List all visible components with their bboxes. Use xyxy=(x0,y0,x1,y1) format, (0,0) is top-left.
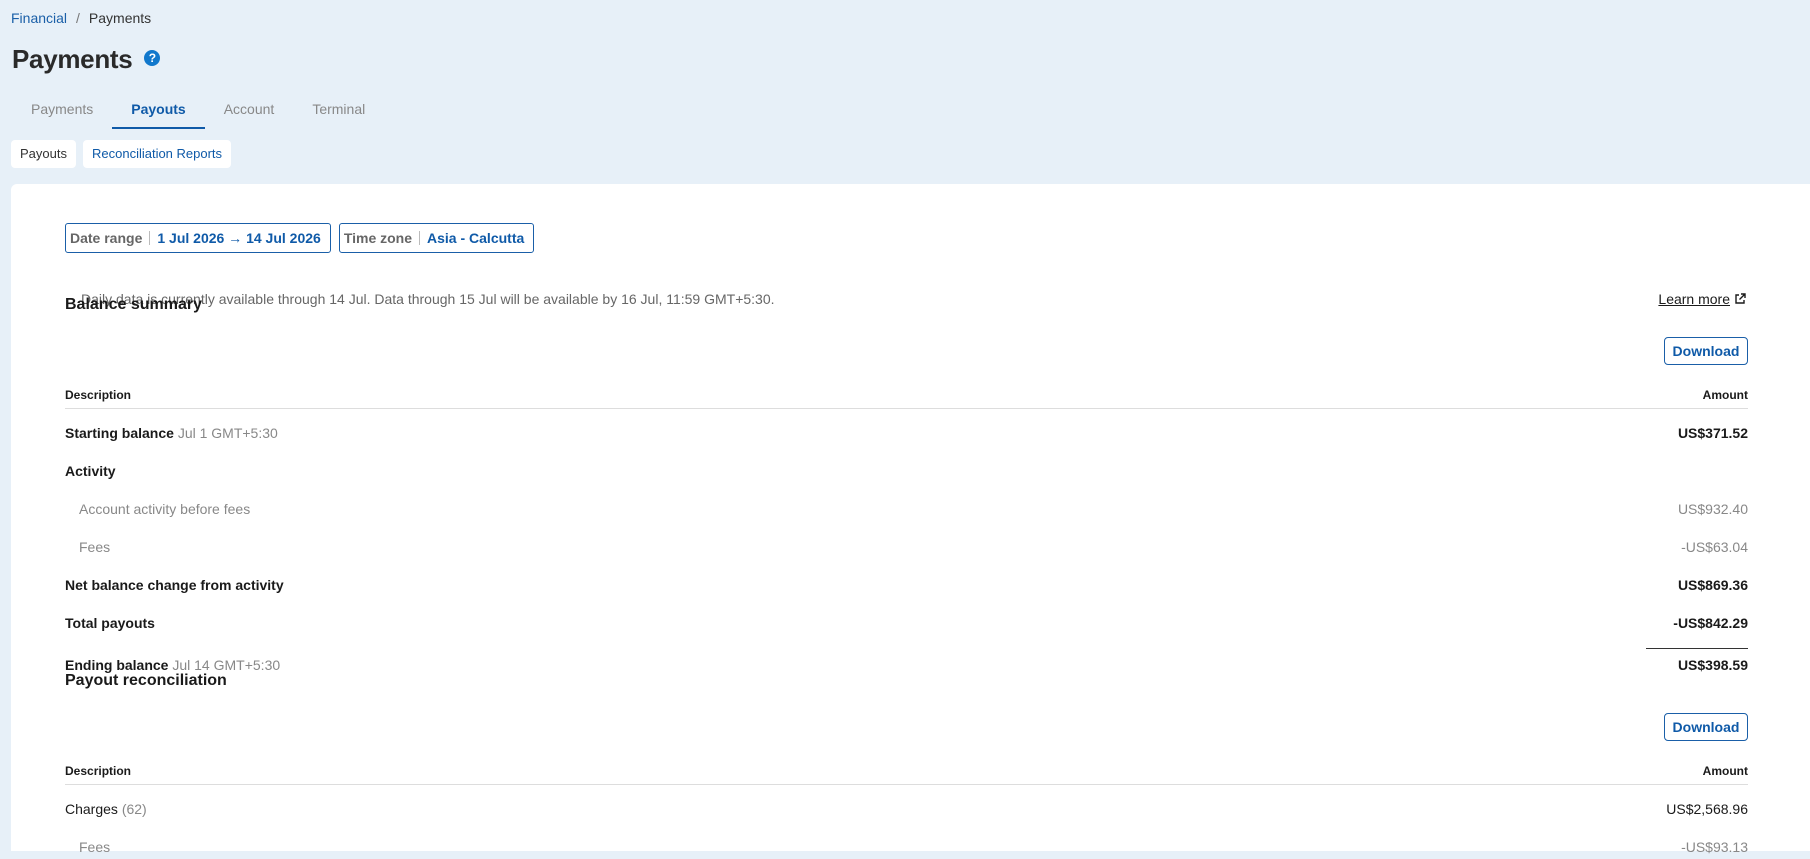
subtab-payouts[interactable]: Payouts xyxy=(11,140,76,168)
balance-summary-download-button[interactable]: Download xyxy=(1664,337,1748,365)
date-range-filter[interactable]: Date range 1 Jul 2026 → 14 Jul 2026 xyxy=(65,223,331,253)
balance-summary-header: Description Amount xyxy=(65,384,1748,409)
filter-divider xyxy=(149,231,151,245)
help-icon[interactable]: ? xyxy=(144,49,161,66)
reconciliation-fees-label: Fees xyxy=(79,839,111,855)
charges-amount: US$2,568.96 xyxy=(1666,801,1748,817)
date-range-value: 1 Jul 2026 → 14 Jul 2026 xyxy=(157,230,321,246)
payout-reconciliation-title: Payout reconciliation xyxy=(65,672,227,689)
sub-tabs: Payouts Reconciliation Reports xyxy=(11,140,232,168)
reconciliation-fees-row: Fees -US$93.13 xyxy=(65,839,1748,859)
starting-balance-amount: US$371.52 xyxy=(1677,425,1748,441)
activity-label: Activity xyxy=(65,463,116,479)
filter-bar: Date range 1 Jul 2026 → 14 Jul 2026 Time… xyxy=(65,223,535,253)
main-tabs: Payments Payouts Account Terminal xyxy=(12,92,384,129)
breadcrumb: Financial / Payments xyxy=(11,10,151,26)
charges-count: (62) xyxy=(121,801,147,817)
activity-row: Activity xyxy=(65,463,1748,483)
tab-payments[interactable]: Payments xyxy=(12,92,112,129)
fees-label: Fees xyxy=(79,539,111,555)
payout-reconciliation-download-button[interactable]: Download xyxy=(1664,713,1748,741)
external-link-icon xyxy=(1735,293,1746,304)
learn-more-label: Learn more xyxy=(1658,291,1730,307)
reconciliation-fees-amount: -US$93.13 xyxy=(1681,839,1748,855)
time-zone-value: Asia - Calcutta xyxy=(427,230,525,246)
page-header: Payments ? xyxy=(12,44,161,75)
total-rule xyxy=(1646,648,1748,649)
ending-balance-amount: US$398.59 xyxy=(1677,657,1748,673)
filter-divider xyxy=(419,231,421,245)
charges-label: Charges xyxy=(65,801,118,817)
ending-balance-date: Jul 14 GMT+5:30 xyxy=(172,657,281,673)
net-balance-change-row: Net balance change from activity US$869.… xyxy=(65,577,1748,597)
ending-balance-row: Ending balance Jul 14 GMT+5:30 US$398.59 xyxy=(65,657,1748,677)
fees-row: Fees -US$63.04 xyxy=(65,539,1748,559)
charges-row: Charges (62) US$2,568.96 xyxy=(65,801,1748,821)
fees-amount: -US$63.04 xyxy=(1681,539,1748,555)
breadcrumb-separator: / xyxy=(76,10,80,26)
payout-reconciliation-header: Description Amount xyxy=(65,760,1748,785)
ending-balance-label: Ending balance xyxy=(65,657,169,673)
starting-balance-row: Starting balance Jul 1 GMT+5:30 US$371.5… xyxy=(65,425,1748,445)
time-zone-filter[interactable]: Time zone Asia - Calcutta xyxy=(338,223,535,253)
net-balance-change-amount: US$869.36 xyxy=(1677,577,1748,593)
starting-balance-label: Starting balance xyxy=(65,425,174,441)
report-panel: Date range 1 Jul 2026 → 14 Jul 2026 Time… xyxy=(11,184,1810,855)
activity-before-fees-label: Account activity before fees xyxy=(79,501,251,517)
activity-before-fees-amount: US$932.40 xyxy=(1677,501,1748,517)
learn-more-link[interactable]: Learn more xyxy=(1658,291,1746,307)
starting-balance-date: Jul 1 GMT+5:30 xyxy=(177,425,278,441)
total-payouts-row: Total payouts -US$842.29 xyxy=(65,615,1748,635)
time-zone-label: Time zone xyxy=(343,230,413,246)
breadcrumb-current: Payments xyxy=(88,10,152,26)
subtab-reconciliation-reports[interactable]: Reconciliation Reports xyxy=(82,140,232,168)
description-column-header: Description xyxy=(65,388,132,402)
total-payouts-label: Total payouts xyxy=(65,615,155,631)
date-range-label: Date range xyxy=(70,230,143,246)
net-balance-change-label: Net balance change from activity xyxy=(65,577,284,593)
activity-before-fees-row: Account activity before fees US$932.40 xyxy=(65,501,1748,521)
tab-payouts[interactable]: Payouts xyxy=(112,92,205,129)
tab-account[interactable]: Account xyxy=(205,92,294,129)
balance-summary-title: Balance summary xyxy=(65,296,202,313)
description-column-header: Description xyxy=(65,764,132,778)
total-payouts-amount: -US$842.29 xyxy=(1673,615,1748,631)
amount-column-header: Amount xyxy=(1702,764,1748,778)
breadcrumb-financial-link[interactable]: Financial xyxy=(11,10,67,26)
amount-column-header: Amount xyxy=(1702,388,1748,402)
page-title: Payments xyxy=(12,44,133,74)
tab-terminal[interactable]: Terminal xyxy=(293,92,384,129)
